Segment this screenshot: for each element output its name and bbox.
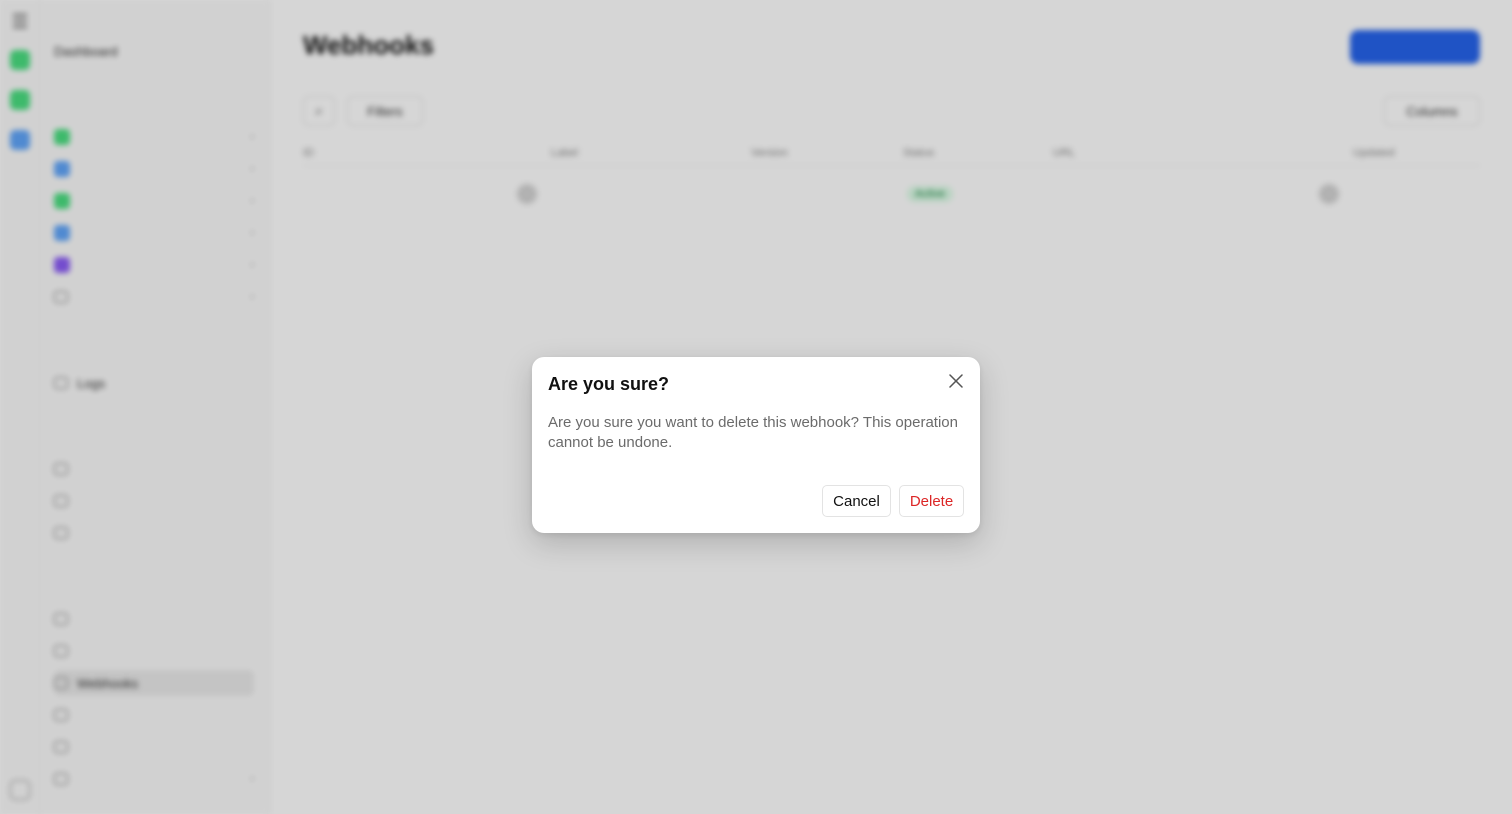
delete-button[interactable]: Delete [899, 485, 964, 517]
cancel-button[interactable]: Cancel [822, 485, 891, 517]
dialog-message: Are you sure you want to delete this web… [548, 414, 958, 451]
close-icon[interactable] [946, 371, 966, 391]
confirm-delete-dialog: Are you sure? Are you sure you want to d… [532, 357, 980, 533]
dialog-title: Are you sure? [548, 374, 670, 394]
close-icon-glyph [949, 374, 963, 388]
